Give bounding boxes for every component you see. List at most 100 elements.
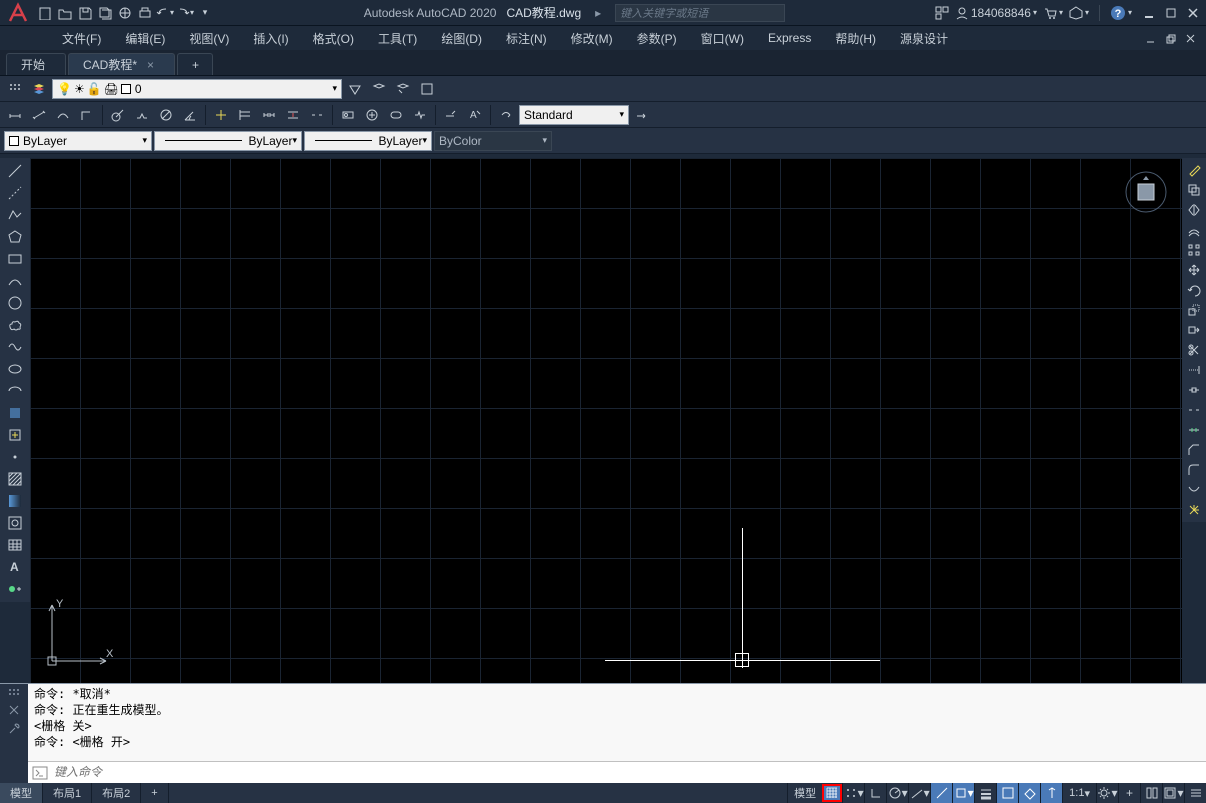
minimize-button[interactable]	[1140, 4, 1158, 22]
dim-baseline-icon[interactable]	[234, 104, 256, 126]
layer-handle-icon[interactable]	[4, 78, 26, 100]
layer-state-icon[interactable]	[416, 78, 438, 100]
layout-tab-add[interactable]: +	[141, 783, 168, 803]
join-icon[interactable]	[1184, 420, 1204, 440]
dim-angular-icon[interactable]	[179, 104, 201, 126]
status-otrack-button[interactable]	[930, 783, 952, 803]
dimedit-icon[interactable]	[440, 104, 462, 126]
region-icon[interactable]	[3, 512, 27, 534]
line-icon[interactable]	[3, 160, 27, 182]
qat-plot-icon[interactable]	[136, 4, 154, 22]
doc-minimize-button[interactable]	[1142, 30, 1160, 48]
make-block-icon[interactable]	[3, 424, 27, 446]
linetype-dropdown[interactable]: ByLayer▾	[154, 131, 302, 151]
layout-tab-2[interactable]: 布局2	[92, 783, 141, 803]
qat-new-icon[interactable]	[36, 4, 54, 22]
menu-window[interactable]: 窗口(W)	[689, 27, 756, 49]
dim-space-icon[interactable]	[282, 104, 304, 126]
mtext-icon[interactable]: A	[3, 556, 27, 578]
polygon-icon[interactable]	[3, 226, 27, 248]
insert-block-icon[interactable]	[3, 402, 27, 424]
ellipse-icon[interactable]	[3, 358, 27, 380]
status-tpy-button[interactable]	[996, 783, 1018, 803]
status-plus-button[interactable]: +	[1118, 783, 1140, 803]
move-icon[interactable]	[1184, 260, 1204, 280]
close-icon[interactable]: ×	[147, 58, 154, 72]
dim-linear-icon[interactable]	[4, 104, 26, 126]
blend-icon[interactable]	[1184, 480, 1204, 500]
lineweight-dropdown[interactable]: ByLayer▾	[304, 131, 432, 151]
layer-prev-icon[interactable]	[392, 78, 414, 100]
layout-tab-model[interactable]: 模型	[0, 783, 43, 803]
tolerance-icon[interactable]	[337, 104, 359, 126]
layer-dropdown[interactable]: 💡 ☀ 🔓 🖨 0 ▾	[52, 79, 342, 99]
rectangle-icon[interactable]	[3, 248, 27, 270]
hatch-icon[interactable]	[3, 468, 27, 490]
ellipse-arc-icon[interactable]	[3, 380, 27, 402]
dim-radius-icon[interactable]	[107, 104, 129, 126]
qat-open-icon[interactable]	[56, 4, 74, 22]
dimstyle-dropdown[interactable]: Standard▾	[519, 105, 629, 125]
infocenter-icon[interactable]	[935, 6, 949, 20]
menu-help[interactable]: 帮助(H)	[823, 27, 888, 49]
status-lwt-button[interactable]	[974, 783, 996, 803]
mirror-icon[interactable]	[1184, 200, 1204, 220]
menu-yuan[interactable]: 源泉设计	[888, 27, 960, 49]
status-model-button[interactable]: 模型	[787, 783, 822, 803]
layer-off-icon[interactable]	[344, 78, 366, 100]
gradient-icon[interactable]	[3, 490, 27, 512]
drawing-canvas[interactable]: Y X	[30, 158, 1182, 683]
menu-express[interactable]: Express	[756, 27, 823, 49]
tab-add-button[interactable]: +	[177, 53, 213, 75]
layer-properties-icon[interactable]	[28, 78, 50, 100]
dimstyle-manager-icon[interactable]	[631, 104, 653, 126]
status-osnap-button[interactable]: ▾	[952, 783, 974, 803]
menu-insert[interactable]: 插入(I)	[241, 27, 300, 49]
viewcube[interactable]	[1124, 170, 1168, 214]
fillet-icon[interactable]	[1184, 460, 1204, 480]
status-grid-button[interactable]	[822, 784, 842, 802]
menu-format[interactable]: 格式(O)	[301, 27, 366, 49]
break-icon[interactable]	[1184, 400, 1204, 420]
menu-edit[interactable]: 编辑(E)	[113, 27, 177, 49]
cmd-wrench-icon[interactable]	[7, 722, 21, 736]
status-isodraft-button[interactable]: ▾	[908, 783, 930, 803]
stretch-icon[interactable]	[1184, 320, 1204, 340]
layer-iso-icon[interactable]	[368, 78, 390, 100]
status-gear-button[interactable]: ▾	[1096, 783, 1118, 803]
qat-save-icon[interactable]	[76, 4, 94, 22]
status-menu-button[interactable]	[1184, 783, 1206, 803]
offset-icon[interactable]	[1184, 220, 1204, 240]
qat-undo-icon[interactable]: ▾	[156, 4, 174, 22]
extend-icon[interactable]	[1184, 360, 1204, 380]
app-store-icon[interactable]: ▾	[1069, 6, 1089, 20]
menu-file[interactable]: 文件(F)	[50, 27, 113, 49]
menu-param[interactable]: 参数(P)	[625, 27, 689, 49]
dim-aligned-icon[interactable]	[28, 104, 50, 126]
qat-more-icon[interactable]: ▾	[196, 4, 214, 22]
cart-icon[interactable]: ▾	[1043, 6, 1063, 20]
menu-tools[interactable]: 工具(T)	[366, 27, 429, 49]
polyline-icon[interactable]	[3, 204, 27, 226]
qat-redo-icon[interactable]: ▾	[176, 4, 194, 22]
doc-close-button[interactable]	[1182, 30, 1200, 48]
status-cui-button[interactable]	[1140, 783, 1162, 803]
dimupdate-icon[interactable]	[495, 104, 517, 126]
status-ortho-button[interactable]	[864, 783, 886, 803]
status-qp-button[interactable]	[1018, 783, 1040, 803]
revcloud-icon[interactable]	[3, 314, 27, 336]
tab-active-doc[interactable]: CAD教程* ×	[68, 53, 175, 75]
scale-icon[interactable]	[1184, 300, 1204, 320]
status-snap-button[interactable]: ▾	[842, 783, 864, 803]
dim-diameter-icon[interactable]	[155, 104, 177, 126]
close-button[interactable]	[1184, 4, 1202, 22]
qat-saveas-icon[interactable]	[96, 4, 114, 22]
layout-tab-1[interactable]: 布局1	[43, 783, 92, 803]
command-input[interactable]	[48, 765, 1202, 780]
rotate-icon[interactable]	[1184, 280, 1204, 300]
table-icon[interactable]	[3, 534, 27, 556]
dim-continue-icon[interactable]	[258, 104, 280, 126]
menu-view[interactable]: 视图(V)	[177, 27, 241, 49]
jogline-icon[interactable]	[409, 104, 431, 126]
chamfer-icon[interactable]	[1184, 440, 1204, 460]
